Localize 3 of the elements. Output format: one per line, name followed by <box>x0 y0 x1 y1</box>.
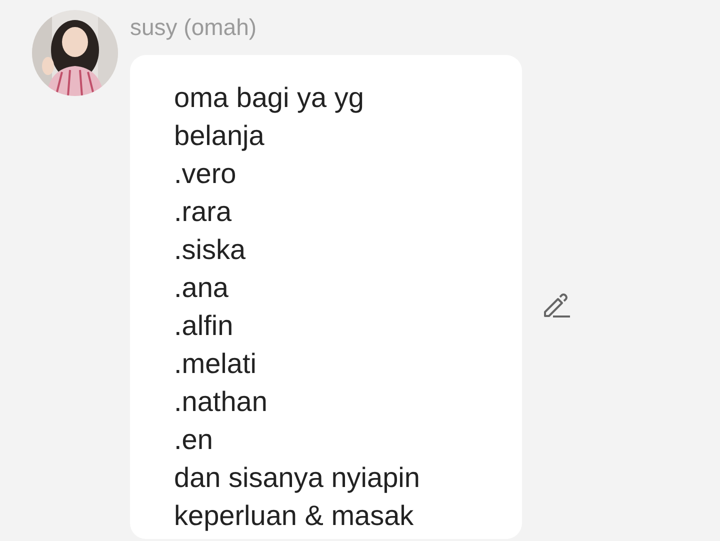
pencil-icon[interactable] <box>542 292 570 318</box>
message-bubble: oma bagi ya yg belanja .vero .rara .siska .ana .alfin .melati .nathan .en dan sisanya nyiapin keperluan & masak <box>130 55 522 539</box>
sender-name: susy (omah) <box>130 13 258 42</box>
